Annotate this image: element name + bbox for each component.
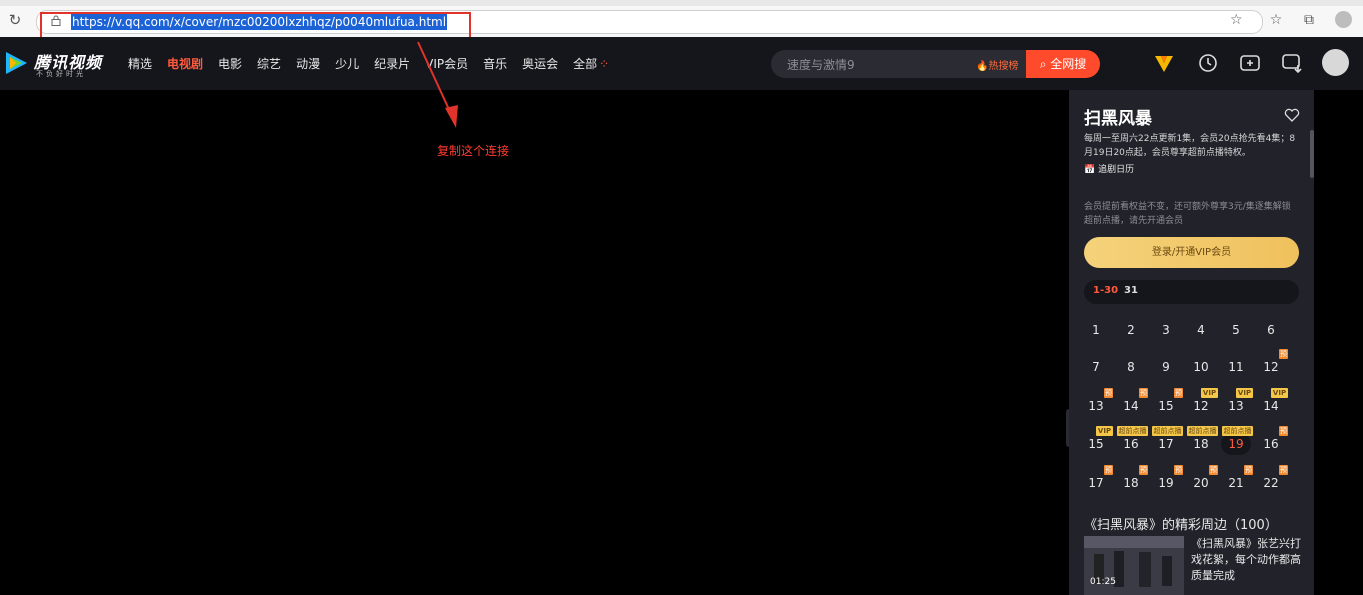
episode-button[interactable]: 14 (1116, 395, 1146, 417)
episode-button[interactable]: 15 (1151, 395, 1181, 417)
episode-button[interactable]: 17 (1151, 433, 1181, 455)
related-video-title[interactable]: 《扫黑风暴》张艺兴打戏花絮，每个动作都高质量完成 (1191, 536, 1303, 584)
episode-button[interactable]: 19 (1221, 433, 1251, 455)
episode-button[interactable]: 16 (1256, 433, 1286, 455)
episode-button[interactable]: 19 (1151, 472, 1181, 494)
episode-button[interactable]: 9 (1151, 356, 1181, 378)
episode-button[interactable]: 18 (1116, 472, 1146, 494)
related-video-thumbnail[interactable]: 01:25 (1084, 536, 1184, 595)
episode-button[interactable]: 20 (1186, 472, 1216, 494)
episode-range-tabs: 1-30 31 (1084, 280, 1299, 304)
episode-button[interactable]: 5 (1221, 319, 1251, 341)
video-duration: 01:25 (1090, 577, 1116, 587)
episode-button[interactable]: 18 (1186, 433, 1216, 455)
episode-button[interactable]: 14 (1256, 395, 1286, 417)
episode-badge: 预 (1279, 465, 1288, 475)
related-section-title: 《扫黑风暴》的精彩周边（100） (1084, 518, 1278, 533)
episode-button[interactable]: 4 (1186, 319, 1216, 341)
episode-button[interactable]: 12 (1186, 395, 1216, 417)
episode-badge: 预 (1174, 465, 1183, 475)
episode-badge: 预 (1139, 465, 1148, 475)
episode-button[interactable]: 21 (1221, 472, 1251, 494)
episode-badge: VIP (1236, 388, 1253, 398)
episode-badge: 预 (1174, 388, 1183, 398)
vip-login-button[interactable]: 登录/开通VIP会员 (1084, 237, 1299, 268)
episode-badge: 超前点播 (1187, 426, 1218, 436)
annotation-label: 复制这个连接 (437, 144, 510, 158)
episode-button[interactable]: 12 (1256, 356, 1286, 378)
episode-button[interactable]: 6 (1256, 319, 1286, 341)
episode-button[interactable]: 1 (1081, 319, 1111, 341)
episode-badge: 预 (1139, 388, 1148, 398)
episode-button[interactable]: 3 (1151, 319, 1181, 341)
tab-range-1-30[interactable]: 1-30 (1093, 285, 1118, 296)
episode-badge: 预 (1104, 465, 1113, 475)
episode-button[interactable]: 11 (1221, 356, 1251, 378)
show-update-description: 每周一至周六22点更新1集，会员20点抢先看4集；8月19日20点起，会员尊享超… (1084, 134, 1296, 158)
episode-button[interactable]: 16 (1116, 433, 1146, 455)
episode-button[interactable]: 7 (1081, 356, 1111, 378)
url-annotation-arrow-line (417, 41, 453, 117)
episode-badge: 超前点播 (1222, 426, 1253, 436)
episode-button[interactable]: 13 (1081, 395, 1111, 417)
episode-badge: VIP (1271, 388, 1288, 398)
episode-badge: VIP (1201, 388, 1218, 398)
episode-button[interactable]: 13 (1221, 395, 1251, 417)
follow-heart-icon[interactable] (1284, 107, 1300, 123)
episode-button[interactable]: 17 (1081, 472, 1111, 494)
episode-button[interactable]: 15 (1081, 433, 1111, 455)
episode-button[interactable]: 10 (1186, 356, 1216, 378)
vip-note: 会员提前看权益不变，还可额外尊享3元/集逐集解锁超前点播，请先开通会员 (1084, 202, 1291, 226)
tab-range-31[interactable]: 31 (1124, 285, 1138, 296)
panel-scrollbar[interactable] (1310, 130, 1314, 178)
episode-badge: 预 (1279, 349, 1288, 359)
calendar-icon: 📅 (1084, 165, 1096, 175)
episode-badge: 预 (1104, 388, 1113, 398)
calendar-link[interactable]: 📅 追剧日历 (1084, 162, 1134, 175)
episode-button[interactable]: 8 (1116, 356, 1146, 378)
url-annotation-arrowhead (445, 105, 458, 128)
episode-badge: VIP (1096, 426, 1113, 436)
show-title: 扫黑风暴 (1084, 109, 1152, 129)
episode-badge: 超前点播 (1152, 426, 1183, 436)
episode-badge: 预 (1209, 465, 1218, 475)
episode-side-panel: 扫黑风暴 每周一至周六22点更新1集，会员20点抢先看4集；8月19日20点起，… (1069, 90, 1314, 595)
episode-button[interactable]: 22 (1256, 472, 1286, 494)
episode-button[interactable]: 2 (1116, 319, 1146, 341)
calendar-label: 追剧日历 (1098, 165, 1135, 175)
episode-badge: 预 (1244, 465, 1253, 475)
episode-badge: 超前点播 (1117, 426, 1148, 436)
episode-badge: 预 (1279, 426, 1288, 436)
